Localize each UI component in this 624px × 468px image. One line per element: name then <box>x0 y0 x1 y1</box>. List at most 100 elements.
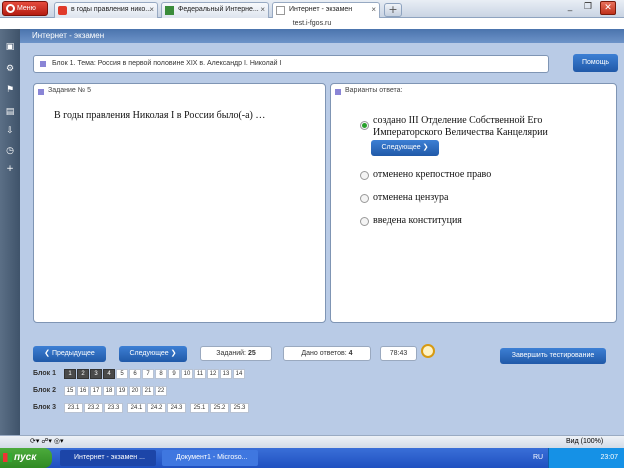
system-tray: 23:07 <box>548 448 624 468</box>
close-window-button[interactable]: ✕ <box>600 1 616 15</box>
block-3-label: Блок 3 <box>33 404 57 411</box>
question-text: В годы правления Николая I в России было… <box>54 110 266 121</box>
task-cell[interactable]: 24.1 <box>127 403 146 413</box>
page-title: Интернет - экзамен <box>20 29 624 43</box>
help-button[interactable]: Помощь <box>573 54 618 72</box>
task-cell[interactable]: 23.2 <box>84 403 103 413</box>
task-cell[interactable]: 7 <box>142 369 154 379</box>
task-cell[interactable]: 23.3 <box>104 403 123 413</box>
block-1-label: Блок 1 <box>33 370 57 377</box>
bullet-square-icon <box>38 89 44 95</box>
task-cell[interactable]: 6 <box>129 369 141 379</box>
answer-radio-1[interactable] <box>360 121 369 130</box>
bookmarks-icon[interactable]: ▣ <box>5 42 15 52</box>
answer-radio-4[interactable] <box>360 217 369 226</box>
links-icon[interactable]: ⚑ <box>5 85 15 95</box>
answer-text: Императорского Величества Канцелярии <box>373 127 548 138</box>
topic-text: Блок 1. Тема: Россия в первой половине X… <box>52 60 282 67</box>
answered-count-box: Дано ответов: 4 <box>283 346 371 361</box>
bullet-square-icon <box>335 89 341 95</box>
clock-time: 23:07 <box>600 454 618 461</box>
browser-tab-search[interactable]: в годы правления нико... × <box>54 2 158 18</box>
answer-text: создано III Отделение Собственной Его <box>373 115 543 126</box>
restore-button[interactable]: ❐ <box>580 1 596 15</box>
task-cell[interactable]: 16 <box>77 386 89 396</box>
new-tab-button[interactable]: + <box>384 3 402 17</box>
windows-logo-icon <box>3 453 12 462</box>
downloads-icon[interactable]: ⇩ <box>5 126 15 136</box>
answer-radio-2[interactable] <box>360 171 369 180</box>
task-cell[interactable]: 17 <box>90 386 102 396</box>
task-cell[interactable]: 4 <box>103 369 115 379</box>
opera-menu-button[interactable]: Меню <box>2 1 48 16</box>
task-cell[interactable]: 9 <box>168 369 180 379</box>
tasks-count-box: Заданий: 25 <box>200 346 272 361</box>
language-indicator[interactable]: RU <box>533 454 543 461</box>
task-cell[interactable]: 20 <box>129 386 141 396</box>
address-bar[interactable]: test.i-fgos.ru <box>0 18 624 29</box>
close-tab-icon[interactable]: × <box>260 3 265 17</box>
history-icon[interactable]: ◷ <box>5 146 15 156</box>
task-cell[interactable]: 18 <box>103 386 115 396</box>
notes-icon[interactable]: ▤ <box>5 107 15 117</box>
answer-option-2[interactable]: отменено крепостное право <box>373 169 491 181</box>
answer-option-3[interactable]: отменена цензура <box>373 192 448 204</box>
taskbar-item-word[interactable]: Документ1 - Microso... <box>162 450 258 466</box>
task-cell[interactable]: 8 <box>155 369 167 379</box>
close-tab-icon[interactable]: × <box>149 3 154 17</box>
task-cell[interactable]: 25.3 <box>230 403 249 413</box>
tab-title: Федеральный Интерне... <box>178 6 259 13</box>
close-tab-icon[interactable]: × <box>371 3 376 17</box>
status-icons[interactable]: ⟳▾ ☍▾ ◎▾ <box>30 437 64 445</box>
task-cell[interactable]: 12 <box>207 369 219 379</box>
taskbar-item-browser[interactable]: Интернет - экзамен ... <box>60 450 156 466</box>
task-cell[interactable]: 5 <box>116 369 128 379</box>
task-cell[interactable]: 2 <box>77 369 89 379</box>
taskbar-item-label: Документ1 - Microso... <box>176 454 248 461</box>
task-cell[interactable]: 25.1 <box>190 403 209 413</box>
tasks-count: 25 <box>247 350 256 357</box>
task-cell[interactable]: 19 <box>116 386 128 396</box>
browser-tab-exam[interactable]: Интернет - экзамен × <box>272 2 380 18</box>
browser-status-bar: ⟳▾ ☍▾ ◎▾ Вид (100%) <box>0 435 624 448</box>
browser-tab-federal[interactable]: Федеральный Интерне... × <box>161 2 269 18</box>
tasks-label: Заданий: <box>216 350 246 357</box>
next-inline-button[interactable]: Следующее ❯ <box>371 140 439 156</box>
finish-test-button[interactable]: Завершить тестирование <box>500 348 606 364</box>
topic-bar: Блок 1. Тема: Россия в первой половине X… <box>33 55 549 73</box>
answered-label: Дано ответов: <box>301 350 347 357</box>
opera-logo-icon <box>6 4 15 13</box>
start-button[interactable]: пуск <box>0 448 52 468</box>
task-cell[interactable]: 24.3 <box>167 403 186 413</box>
previous-button[interactable]: ❮ Предыдущее <box>33 346 106 362</box>
add-panel-icon[interactable]: + <box>5 164 15 174</box>
browser-side-panel: ▣ ⚙ ⚑ ▤ ⇩ ◷ + <box>0 29 20 435</box>
task-cell[interactable]: 23.1 <box>64 403 83 413</box>
task-cell[interactable]: 15 <box>64 386 76 396</box>
task-cell[interactable]: 1 <box>64 369 76 379</box>
task-cell[interactable]: 22 <box>155 386 167 396</box>
task-cell[interactable]: 10 <box>181 369 193 379</box>
answer-option-4[interactable]: введена конституция <box>373 215 462 227</box>
exam-page: Интернет - экзамен Блок 1. Тема: Россия … <box>20 29 624 435</box>
task-cell[interactable]: 13 <box>220 369 232 379</box>
widgets-icon[interactable]: ⚙ <box>5 64 15 74</box>
task-cell[interactable]: 11 <box>194 369 206 379</box>
answers-panel: Варианты ответа: создано III Отделение С… <box>330 83 617 323</box>
yandex-favicon-icon <box>58 6 67 15</box>
site-favicon-icon <box>165 6 174 15</box>
answer-option-1[interactable]: создано III Отделение Собственной Его Им… <box>373 115 548 139</box>
bullet-square-icon <box>40 61 46 67</box>
task-cell[interactable]: 3 <box>90 369 102 379</box>
minimize-button[interactable]: _ <box>562 1 578 15</box>
next-button[interactable]: Следующее ❯ <box>119 346 187 362</box>
task-cell[interactable]: 25.2 <box>210 403 229 413</box>
task-cell[interactable]: 14 <box>233 369 245 379</box>
task-cell[interactable]: 24.2 <box>147 403 166 413</box>
task-cell[interactable]: 21 <box>142 386 154 396</box>
answered-count: 4 <box>348 350 353 357</box>
zoom-level[interactable]: Вид (100%) <box>566 438 603 445</box>
answer-radio-3[interactable] <box>360 194 369 203</box>
timer: 78:43 <box>380 346 417 361</box>
windows-taskbar: пуск Интернет - экзамен ... Документ1 - … <box>0 448 624 468</box>
